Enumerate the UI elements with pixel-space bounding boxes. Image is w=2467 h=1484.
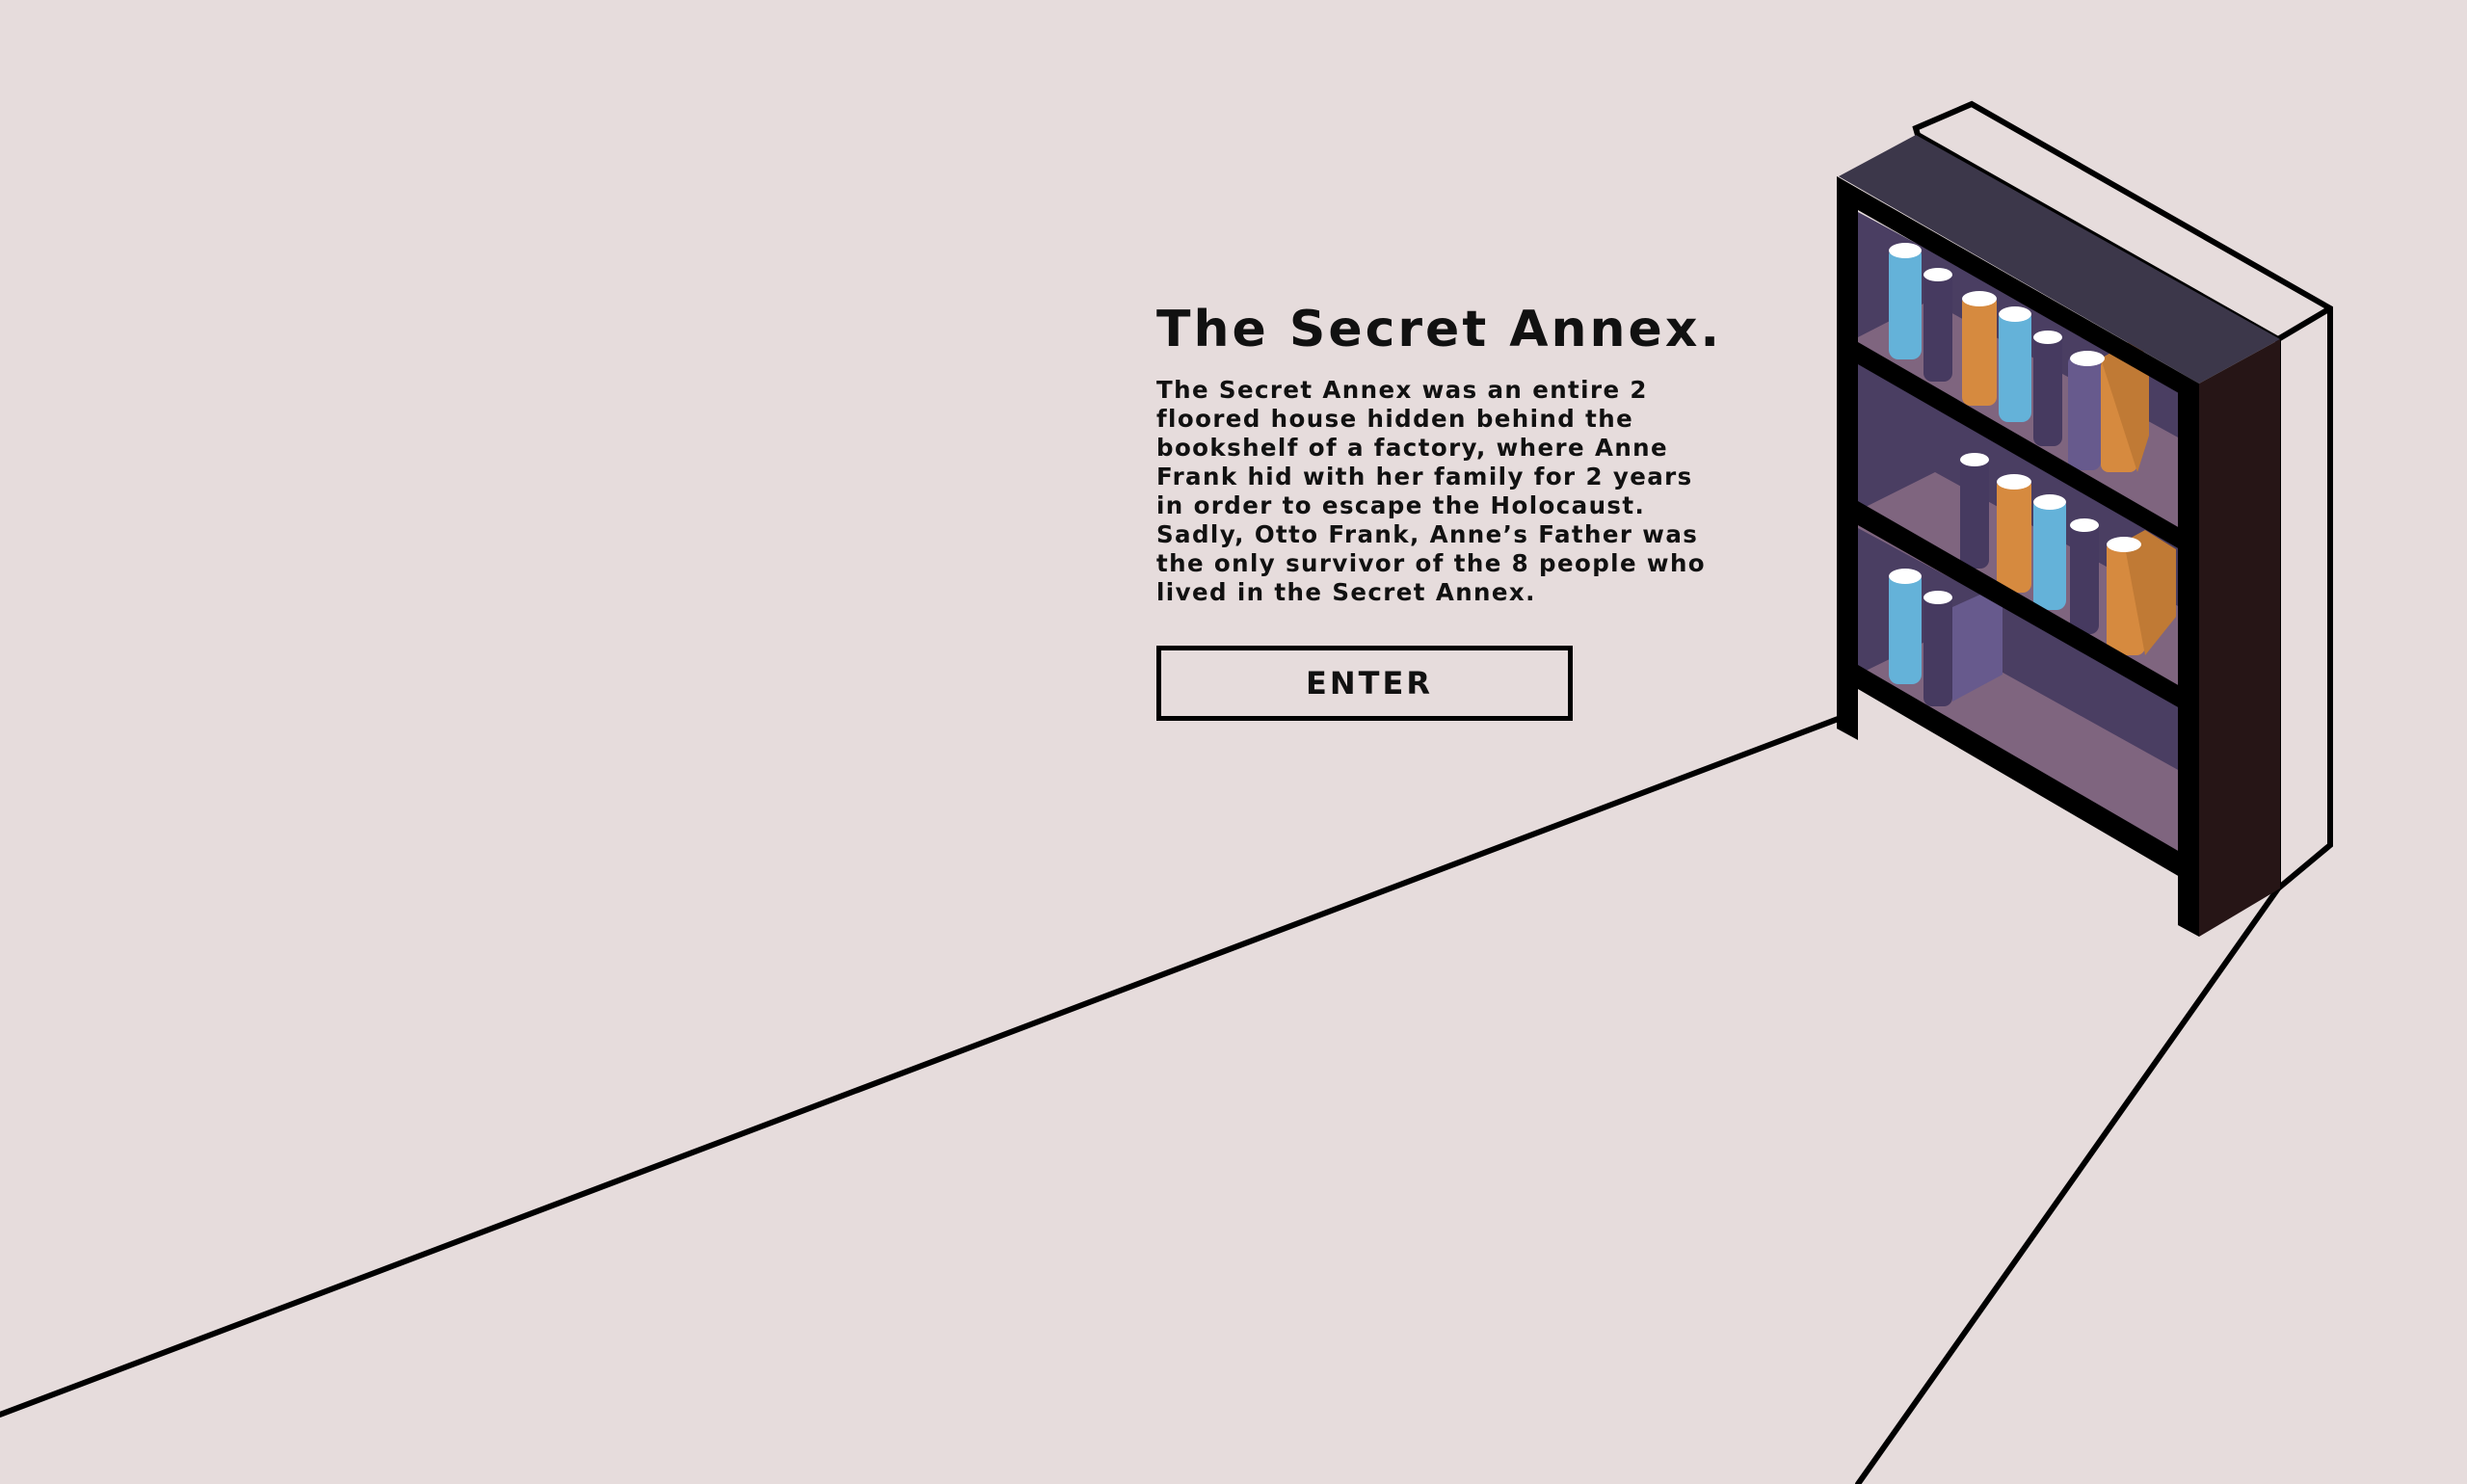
floor-line-left bbox=[0, 715, 1844, 1418]
book-icon bbox=[1960, 455, 1989, 569]
enter-button[interactable]: ENTER bbox=[1156, 646, 1573, 721]
bookshelf-icon bbox=[1837, 135, 2280, 937]
book-icon bbox=[1889, 246, 1922, 359]
book-icon bbox=[1923, 270, 1952, 382]
book-icon bbox=[2033, 332, 2062, 446]
bookshelf-side bbox=[2199, 339, 2280, 937]
book-page-edge bbox=[1960, 453, 1989, 466]
book-icon bbox=[2033, 496, 2066, 610]
doorframe-top-edge bbox=[2276, 305, 2332, 342]
page-title: The Secret Annex. bbox=[1156, 301, 1723, 358]
frame-right-post bbox=[2178, 384, 2199, 937]
book-page-edge bbox=[1923, 268, 1952, 281]
book-icon bbox=[1923, 593, 1952, 706]
book-page-edge bbox=[2033, 331, 2062, 344]
floor-line-right bbox=[1855, 886, 2281, 1484]
book-icon bbox=[2068, 355, 2101, 470]
book-page-edge bbox=[1962, 291, 1997, 306]
book-page-edge bbox=[1999, 306, 2031, 322]
book-page-edge bbox=[2070, 351, 2105, 366]
floor-line-icon bbox=[0, 715, 2281, 1484]
book-page-edge bbox=[1923, 591, 1952, 604]
book-icon bbox=[1999, 308, 2031, 422]
book-page-edge bbox=[1997, 474, 2031, 490]
intro-description: The Secret Annex was an entire 2 floored… bbox=[1156, 376, 1707, 606]
book-page-edge bbox=[1889, 243, 1922, 258]
book-icon bbox=[1997, 477, 2031, 593]
book-page-edge bbox=[2070, 518, 2099, 532]
book-icon bbox=[1889, 570, 1922, 684]
book-page-edge bbox=[2107, 537, 2141, 552]
book-page-edge bbox=[1889, 569, 1922, 584]
book-page-edge bbox=[2033, 494, 2066, 510]
secret-annex-illustration bbox=[0, 100, 2333, 1484]
frame-left-post bbox=[1837, 176, 1858, 740]
book-icon bbox=[1962, 294, 1997, 406]
intro-section: The Secret Annex. The Secret Annex was a… bbox=[1156, 289, 1754, 607]
book-icon bbox=[2070, 520, 2099, 634]
